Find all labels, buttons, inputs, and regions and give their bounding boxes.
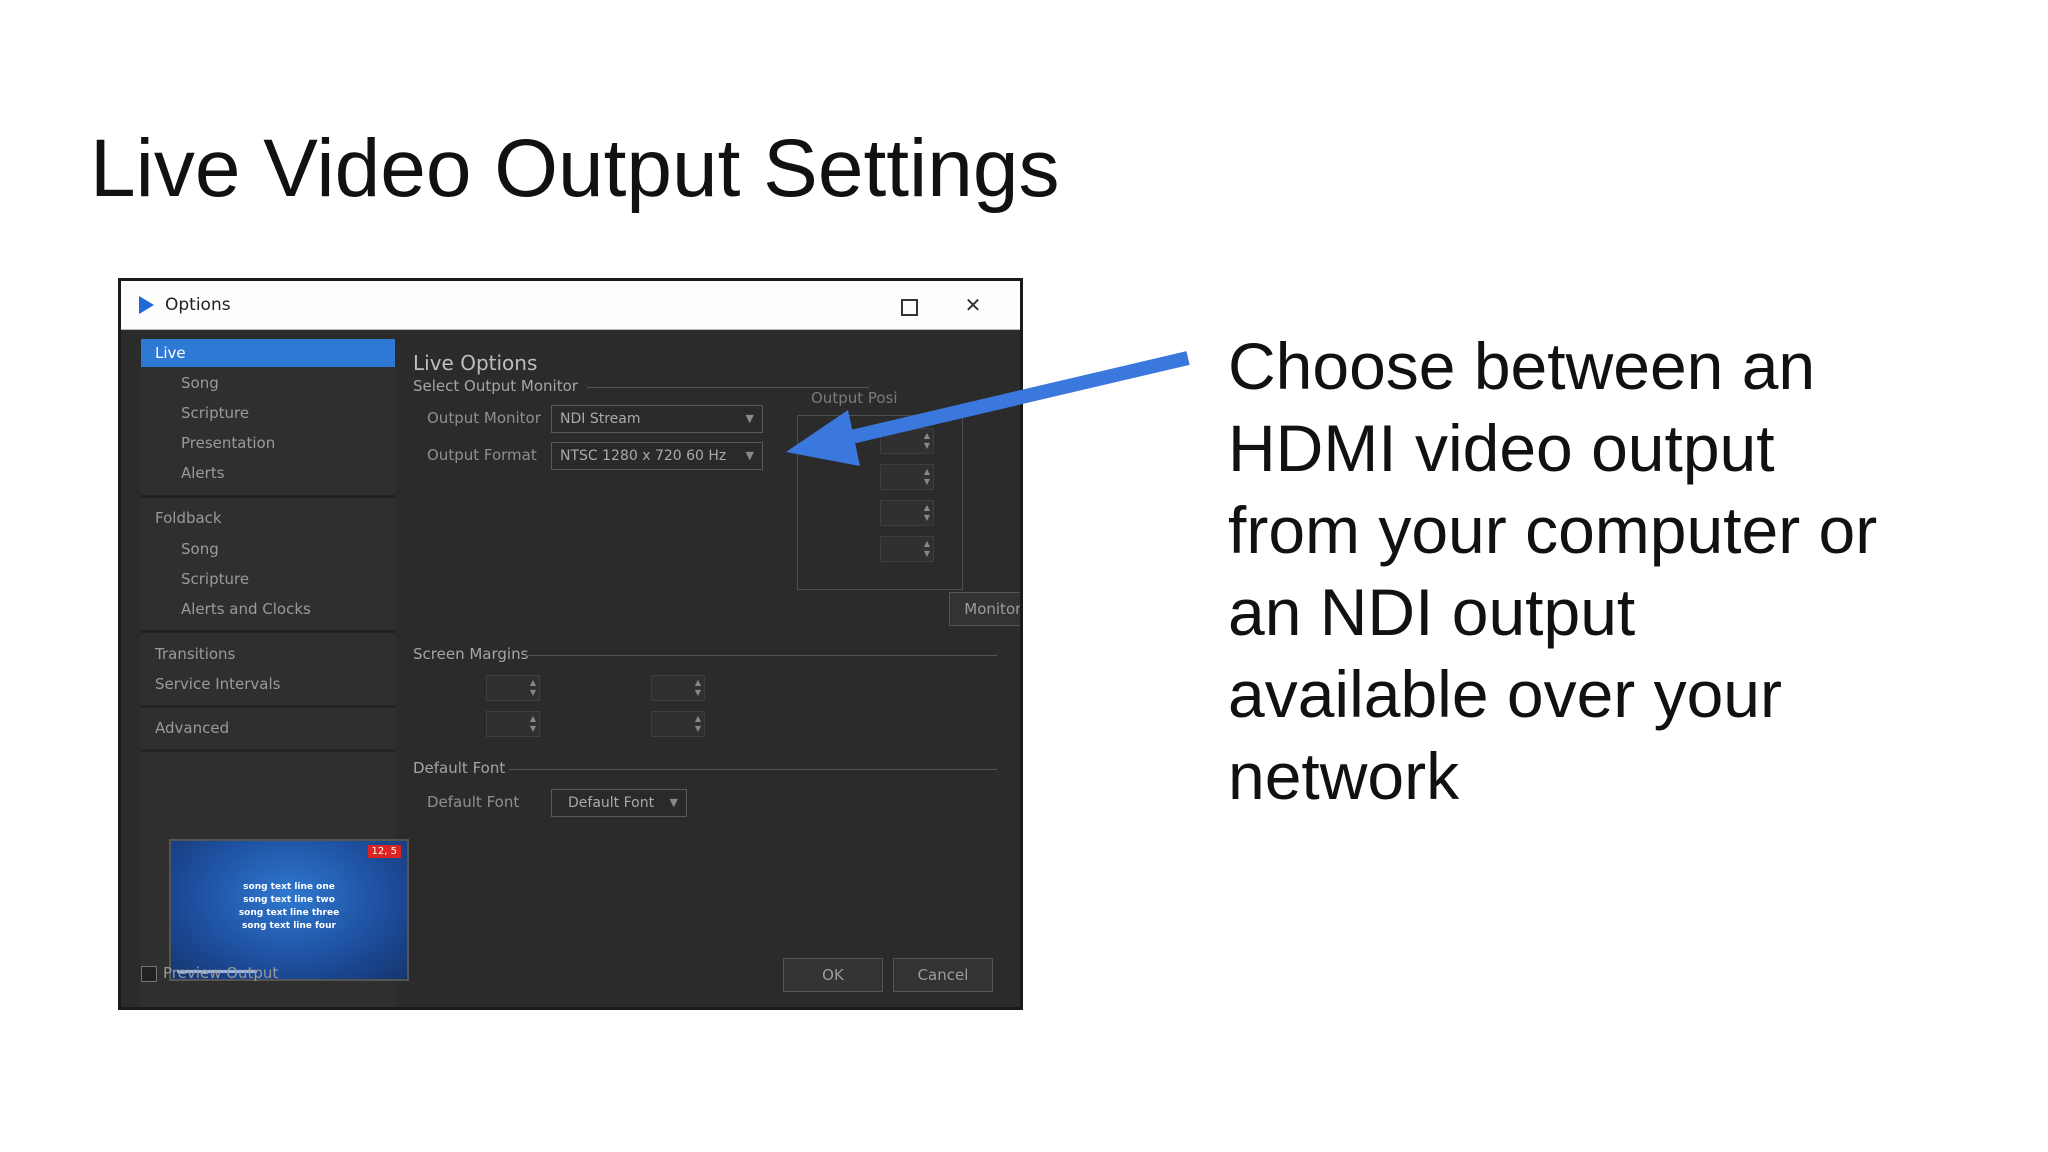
caption-line: HDMI video output	[1228, 411, 1775, 485]
spinner-arrows-icon: ▲ ▼	[923, 431, 930, 450]
screen-margins-heading: Screen Margins	[413, 645, 529, 663]
chevron-down-icon: ▼	[669, 796, 678, 809]
margin-spinner[interactable]: ▲ ▼	[651, 675, 705, 701]
spinner-arrows-icon: ▲ ▼	[694, 714, 701, 733]
slide: Live Video Output Settings Options ✕ Liv…	[0, 0, 2048, 1152]
nav-item-service-intervals[interactable]: Service Intervals	[141, 670, 395, 698]
nav-item-transitions[interactable]: Transitions	[141, 640, 395, 668]
dialog-titlebar: Options ✕	[121, 281, 1020, 330]
nav-divider	[141, 749, 395, 752]
group-rule	[509, 769, 997, 770]
default-font-label: Default Font	[427, 793, 520, 811]
default-font-value: Default Font	[568, 795, 655, 811]
preview-output-label: Preview Output	[163, 964, 279, 982]
output-format-select[interactable]: NTSC 1280 x 720 60 Hz ▼	[551, 442, 763, 470]
app-play-icon	[139, 296, 154, 314]
nav-item-foldback-scripture[interactable]: Scripture	[141, 565, 395, 593]
preview-line: song text line one	[243, 882, 335, 892]
group-rule	[587, 387, 869, 388]
output-monitor-label: Output Monitor	[427, 409, 541, 427]
default-font-heading: Default Font	[413, 759, 506, 777]
preview-output-checkbox[interactable]	[141, 966, 157, 982]
nav-item-live[interactable]: Live	[141, 339, 395, 367]
close-icon: ✕	[964, 293, 982, 317]
caption-line: available over your	[1228, 657, 1782, 731]
preview-line: song text line three	[238, 908, 340, 918]
chevron-down-icon: ▼	[745, 449, 754, 462]
spinner-arrows-icon: ▲ ▼	[923, 467, 930, 486]
output-monitor-value: NDI Stream	[560, 411, 641, 427]
caption-line: network	[1228, 739, 1460, 813]
position-spinner[interactable]: ▲ ▼	[880, 428, 934, 454]
position-spinner[interactable]: ▲ ▼	[880, 536, 934, 562]
nav-divider	[141, 705, 395, 708]
position-spinner[interactable]: ▲ ▼	[880, 500, 934, 526]
nav-divider	[141, 495, 395, 498]
slide-title: Live Video Output Settings	[90, 123, 1060, 214]
margin-spinner[interactable]: ▲ ▼	[486, 711, 540, 737]
preview-badge: 12, 5	[367, 845, 401, 858]
preview-line: song text line four	[242, 921, 336, 931]
nav-item-live-scripture[interactable]: Scripture	[141, 399, 395, 427]
output-position-heading: Output Posi	[811, 389, 898, 407]
spinner-arrows-icon: ▲ ▼	[694, 678, 701, 697]
caption-line: Choose between an	[1228, 329, 1816, 403]
margin-spinner[interactable]: ▲ ▼	[486, 675, 540, 701]
spinner-arrows-icon: ▲ ▼	[923, 539, 930, 558]
group-rule	[525, 655, 997, 656]
select-output-monitor-heading: Select Output Monitor	[413, 377, 578, 395]
nav-item-live-alerts[interactable]: Alerts	[141, 459, 395, 487]
cancel-button[interactable]: Cancel	[893, 958, 993, 992]
nav-item-foldback-alerts[interactable]: Alerts and Clocks	[141, 595, 395, 623]
nav-item-foldback[interactable]: Foldback	[141, 504, 395, 532]
nav-divider	[141, 630, 395, 633]
nav-item-foldback-song[interactable]: Song	[141, 535, 395, 563]
ok-button[interactable]: OK	[783, 958, 883, 992]
default-font-select[interactable]: Default Font ▼	[551, 789, 687, 817]
caption-line: from your computer or	[1228, 493, 1878, 567]
output-monitor-select[interactable]: NDI Stream ▼	[551, 405, 763, 433]
caption-line: an NDI output	[1228, 575, 1636, 649]
panel-heading: Live Options	[413, 351, 538, 375]
preview-lyrics: song text line one song text line two so…	[211, 881, 367, 933]
chevron-down-icon: ▼	[745, 412, 754, 425]
output-format-value: NTSC 1280 x 720 60 Hz	[560, 448, 727, 464]
spinner-arrows-icon: ▲ ▼	[529, 678, 536, 697]
output-format-label: Output Format	[427, 446, 537, 464]
close-button[interactable]: ✕	[953, 289, 993, 321]
caption: Choose between an HDMI video output from…	[1228, 325, 1988, 817]
nav-item-advanced[interactable]: Advanced	[141, 714, 395, 742]
monitor-setup-button[interactable]: Monitor Setup	[949, 592, 1020, 626]
dialog-title: Options	[165, 295, 231, 315]
nav-item-live-presentation[interactable]: Presentation	[141, 429, 395, 457]
spinner-arrows-icon: ▲ ▼	[529, 714, 536, 733]
output-position-group: ▲ ▼ ▲ ▼ ▲ ▼ ▲ ▼	[797, 415, 963, 590]
maximize-button[interactable]	[889, 289, 929, 321]
nav-item-live-song[interactable]: Song	[141, 369, 395, 397]
output-preview-thumbnail: 12, 5 song text line one song text line …	[169, 839, 409, 981]
options-dialog: Options ✕ Live Song Scripture Presentati…	[118, 278, 1023, 1010]
preview-line: song text line two	[243, 895, 335, 905]
position-spinner[interactable]: ▲ ▼	[880, 464, 934, 490]
spinner-arrows-icon: ▲ ▼	[923, 503, 930, 522]
maximize-icon	[901, 299, 918, 316]
options-nav: Live Song Scripture Presentation Alerts …	[141, 339, 409, 1007]
margin-spinner[interactable]: ▲ ▼	[651, 711, 705, 737]
